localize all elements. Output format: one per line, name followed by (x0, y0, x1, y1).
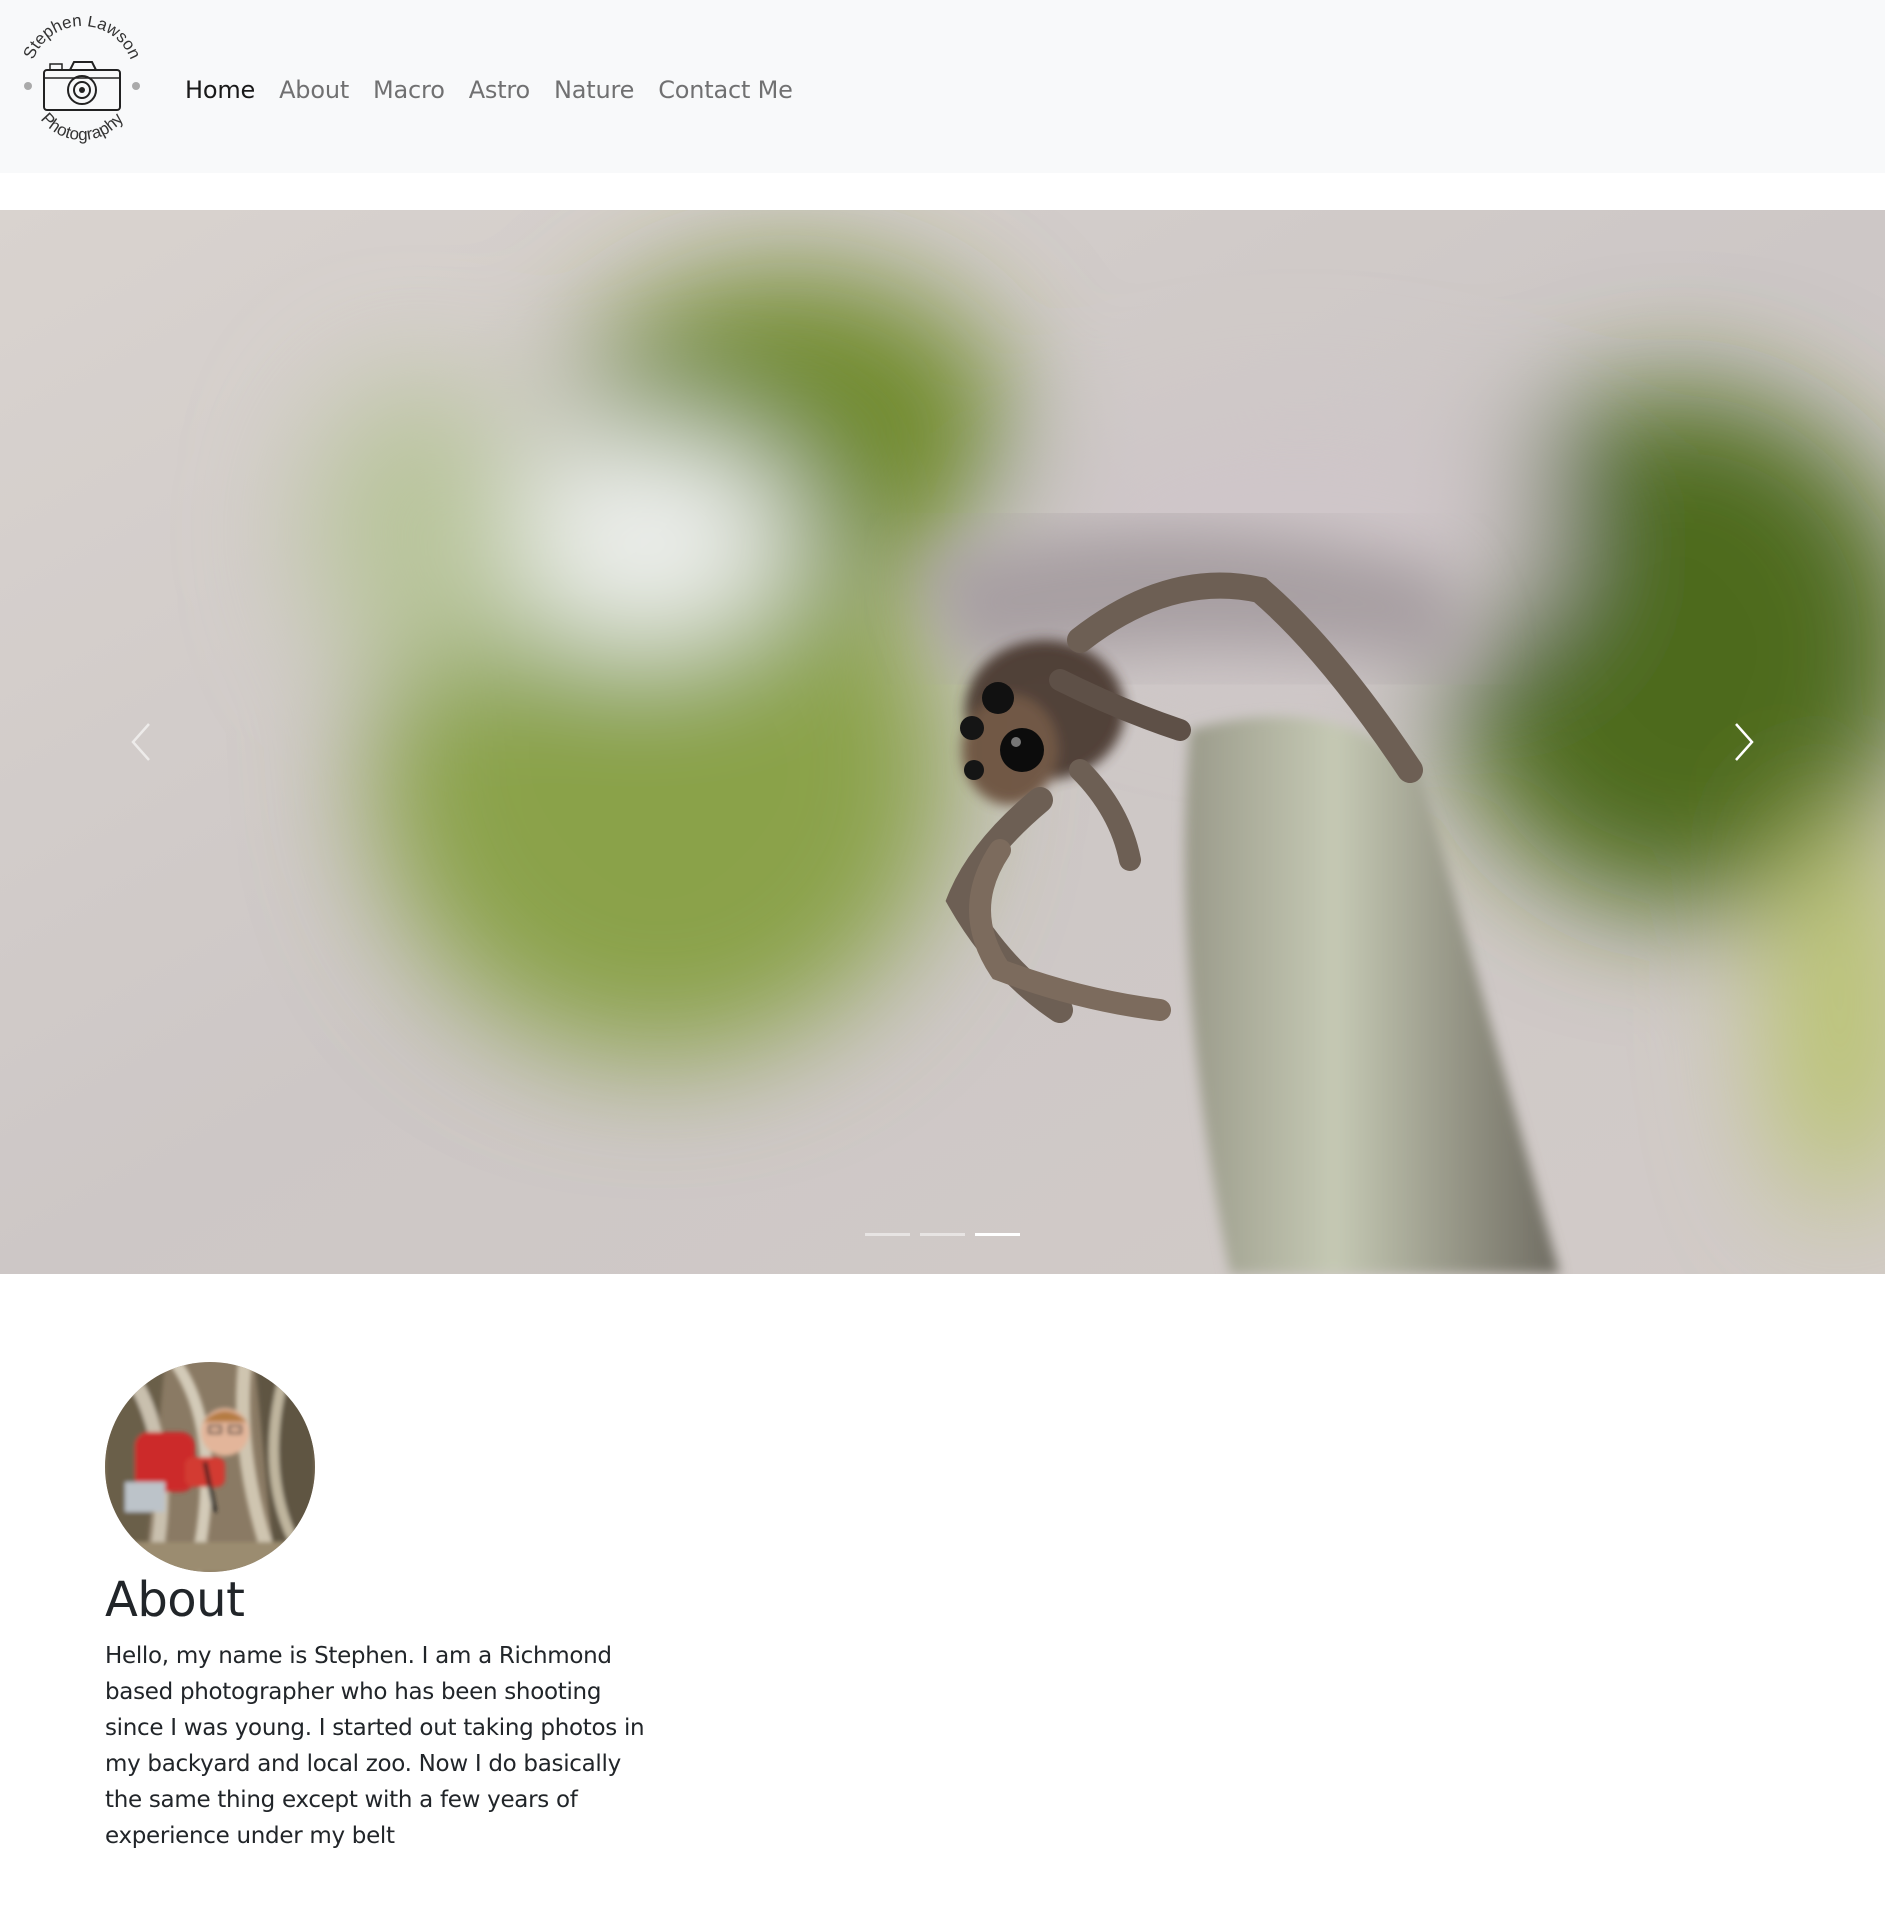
carousel-prev-button[interactable] (0, 210, 283, 1274)
carousel-next-button[interactable] (1602, 210, 1885, 1274)
hero-carousel[interactable] (0, 210, 1885, 1274)
nav-menu: Home About Macro Astro Nature Contact Me (185, 70, 805, 110)
carousel-indicators (0, 1233, 1885, 1236)
avatar (105, 1362, 315, 1572)
carousel-indicator-3[interactable] (975, 1233, 1020, 1236)
about-section: About Hello, my name is Stephen. I am a … (105, 1362, 650, 1854)
about-heading: About (105, 1572, 245, 1628)
carousel-indicator-2[interactable] (920, 1233, 965, 1236)
svg-text:Stephen Lawson: Stephen Lawson (19, 16, 144, 62)
nav-item-nature[interactable]: Nature (542, 70, 646, 110)
profile-photo (105, 1362, 315, 1572)
chevron-right-icon (1734, 723, 1754, 761)
nav-item-about[interactable]: About (267, 70, 361, 110)
brand-logo[interactable]: Stephen Lawson Photography (12, 16, 152, 156)
nav-item-astro[interactable]: Astro (457, 70, 542, 110)
chevron-left-icon (131, 723, 151, 761)
nav-item-home[interactable]: Home (185, 70, 267, 110)
about-description: Hello, my name is Stephen. I am a Richmo… (105, 1643, 645, 1849)
nav-item-macro[interactable]: Macro (361, 70, 457, 110)
carousel-indicator-1[interactable] (865, 1233, 910, 1236)
navbar: Stephen Lawson Photography Home About Ma… (0, 0, 1885, 173)
nav-item-contact-me[interactable]: Contact Me (646, 70, 804, 110)
svg-text:Photography: Photography (37, 109, 127, 144)
camera-logo-icon: Stephen Lawson Photography (19, 16, 144, 144)
